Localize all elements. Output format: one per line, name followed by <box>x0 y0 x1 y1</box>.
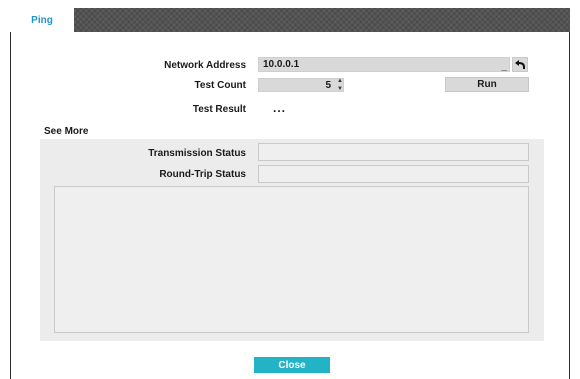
tab-bar <box>10 8 570 32</box>
test-count-label: Test Count <box>194 80 246 91</box>
test-result-label: Test Result <box>192 104 246 115</box>
network-address-label: Network Address <box>164 60 246 71</box>
network-address-value: 10.0.0.1 <box>263 59 300 70</box>
round-trip-status-field <box>258 165 529 183</box>
test-count-value: 5 <box>325 79 331 91</box>
test-result-value: ... <box>273 101 287 115</box>
close-button[interactable]: Close <box>254 357 330 373</box>
run-button[interactable]: Run <box>445 77 529 92</box>
spin-down-icon[interactable]: ▼ <box>337 86 343 92</box>
see-more-heading: See More <box>44 126 89 137</box>
transmission-status-label: Transmission Status <box>148 148 246 159</box>
text-cursor: _ <box>501 61 507 72</box>
reset-address-button[interactable] <box>512 57 528 72</box>
test-count-stepper[interactable]: 5 <box>258 78 344 92</box>
round-trip-status-label: Round-Trip Status <box>159 169 246 180</box>
network-address-input[interactable]: 10.0.0.1 _ <box>258 57 510 72</box>
undo-arrow-icon <box>515 60 525 69</box>
transmission-status-field <box>258 143 529 161</box>
ping-log-output <box>54 186 529 333</box>
spin-up-icon[interactable]: ▲ <box>337 78 343 84</box>
tab-ping[interactable]: Ping <box>10 8 74 32</box>
